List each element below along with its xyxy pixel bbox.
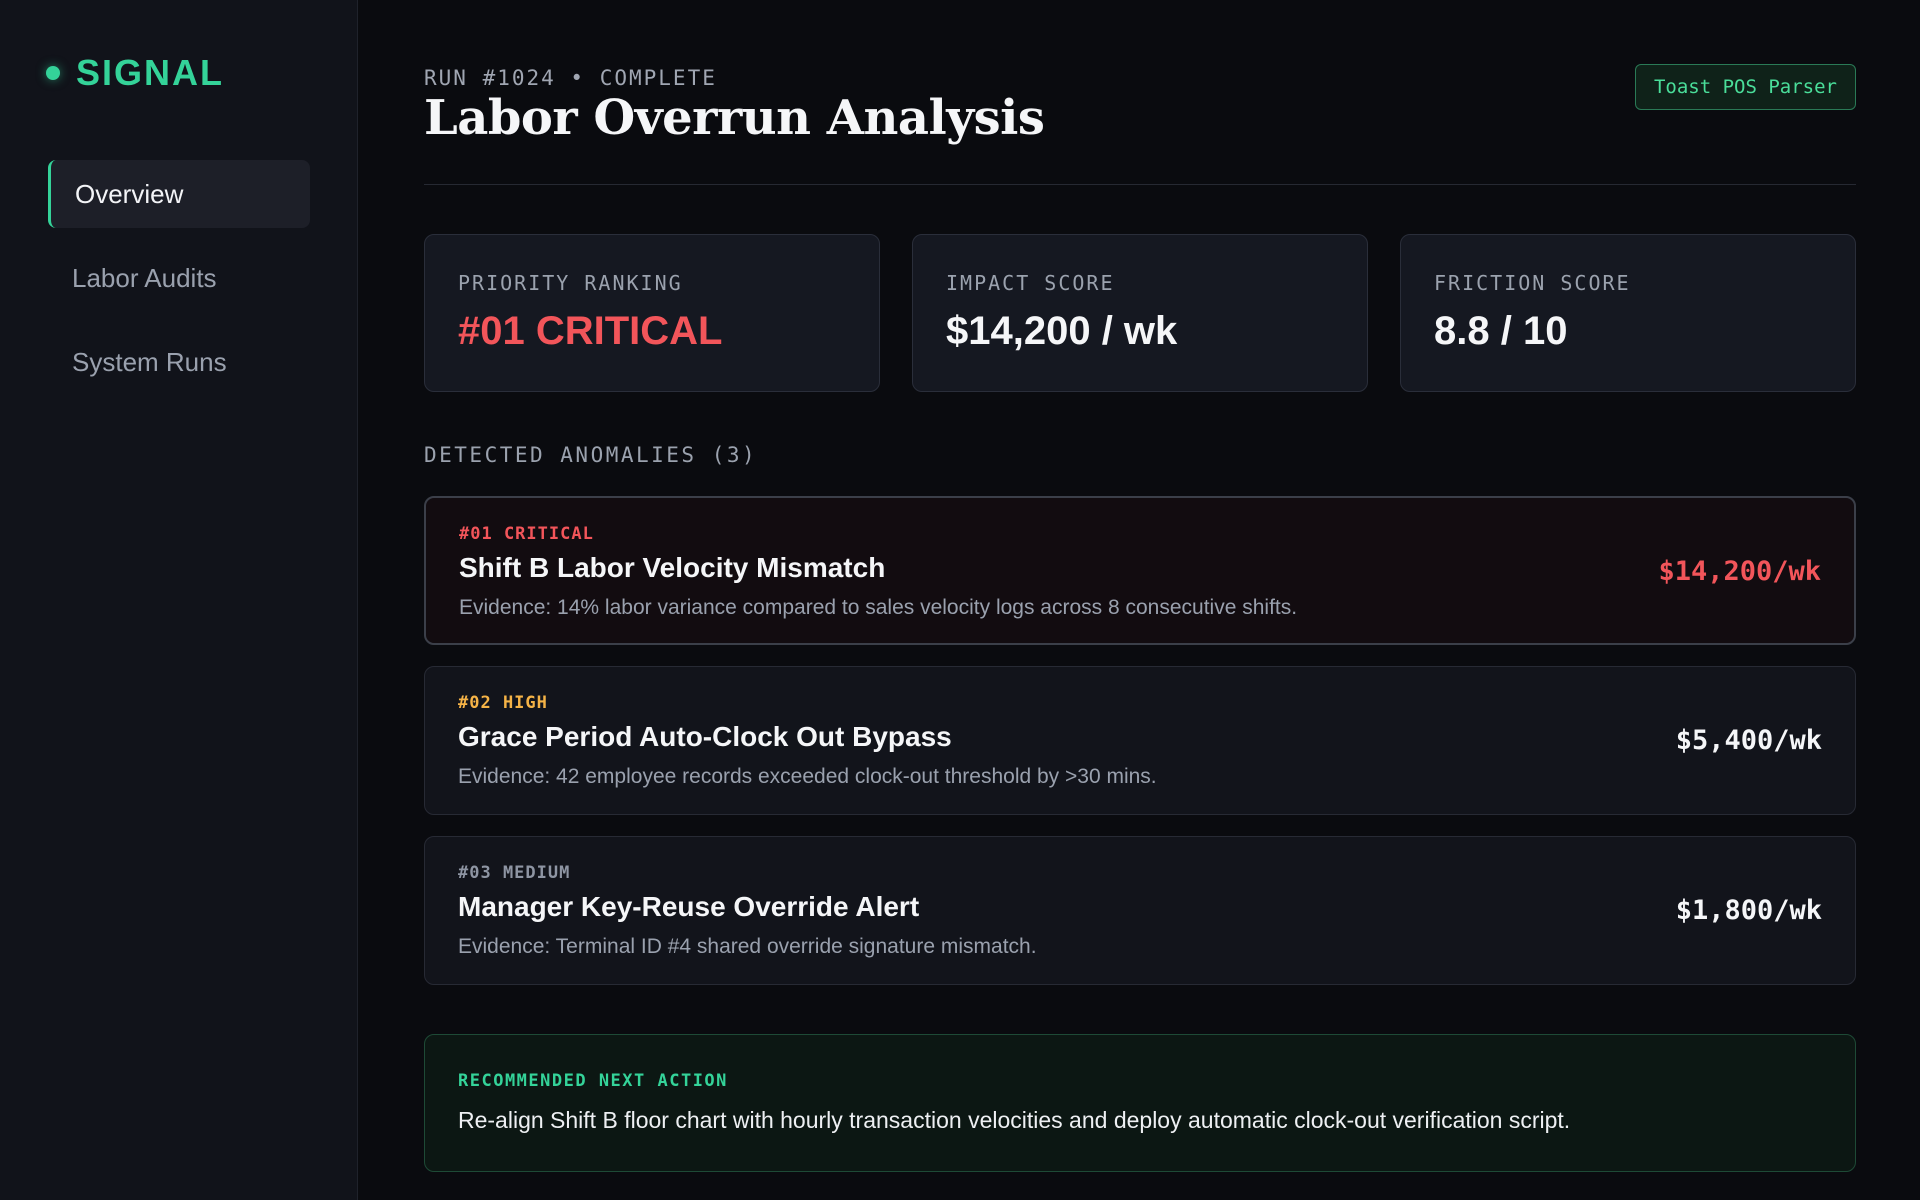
- recommended-action-text: Re-align Shift B floor chart with hourly…: [458, 1107, 1571, 1133]
- brand[interactable]: SIGNAL: [46, 52, 224, 94]
- anomaly-severity-tag: #02 HIGH: [458, 693, 548, 713]
- metrics-row: PRIORITY RANKING #01 CRITICAL IMPACT SCO…: [424, 234, 1856, 392]
- metric-label: PRIORITY RANKING: [458, 271, 683, 295]
- parser-badge[interactable]: Toast POS Parser: [1634, 64, 1856, 110]
- sidebar-nav: Overview Labor Audits System Runs: [48, 160, 310, 412]
- anomaly-evidence: Evidence: 14% labor variance compared to…: [459, 596, 1298, 619]
- metric-label: FRICTION SCORE: [1434, 271, 1631, 295]
- metric-card-friction: FRICTION SCORE 8.8 / 10: [1400, 234, 1856, 392]
- anomaly-title: Manager Key-Reuse Override Alert: [458, 891, 920, 922]
- anomaly-card[interactable]: #01 CRITICAL Shift B Labor Velocity Mism…: [424, 496, 1856, 645]
- page-title: Labor Overrun Analysis: [424, 90, 1045, 146]
- sidebar-item-system-runs[interactable]: System Runs: [48, 328, 310, 396]
- brand-name: SIGNAL: [76, 52, 225, 93]
- metric-card-priority: PRIORITY RANKING #01 CRITICAL: [424, 234, 880, 392]
- status-dot-icon: [46, 66, 60, 80]
- anomaly-list: #01 CRITICAL Shift B Labor Velocity Mism…: [424, 496, 1856, 1006]
- anomaly-title: Grace Period Auto-Clock Out Bypass: [458, 721, 952, 752]
- sidebar-item-overview[interactable]: Overview: [48, 160, 310, 228]
- metric-card-impact: IMPACT SCORE $14,200 / wk: [912, 234, 1368, 392]
- header-divider: [424, 184, 1856, 185]
- run-status-label: RUN #1024 • COMPLETE: [424, 66, 717, 90]
- anomaly-title: Shift B Labor Velocity Mismatch: [459, 552, 886, 583]
- recommended-action-label: RECOMMENDED NEXT ACTION: [458, 1071, 728, 1091]
- anomaly-amount: $1,800/wk: [1675, 895, 1822, 926]
- anomaly-card[interactable]: #02 HIGH Grace Period Auto-Clock Out Byp…: [424, 666, 1856, 815]
- metric-value: $14,200 / wk: [946, 309, 1178, 353]
- metric-value: 8.8 / 10: [1434, 309, 1568, 353]
- sidebar-item-labor-audits[interactable]: Labor Audits: [48, 244, 310, 312]
- sidebar: SIGNAL Overview Labor Audits System Runs: [0, 0, 358, 1200]
- anomaly-amount: $5,400/wk: [1675, 725, 1822, 756]
- anomaly-card[interactable]: #03 MEDIUM Manager Key-Reuse Override Al…: [424, 836, 1856, 985]
- anomaly-severity-tag: #03 MEDIUM: [458, 863, 571, 883]
- metric-value: #01 CRITICAL: [458, 309, 723, 353]
- metric-label: IMPACT SCORE: [946, 271, 1115, 295]
- recommended-action-panel: RECOMMENDED NEXT ACTION Re-align Shift B…: [424, 1034, 1856, 1172]
- anomaly-evidence: Evidence: 42 employee records exceeded c…: [458, 765, 1157, 788]
- anomaly-amount: $14,200/wk: [1658, 556, 1821, 587]
- anomaly-evidence: Evidence: Terminal ID #4 shared override…: [458, 935, 1037, 958]
- anomalies-section-label: DETECTED ANOMALIES (3): [424, 443, 758, 467]
- anomaly-severity-tag: #01 CRITICAL: [459, 524, 594, 544]
